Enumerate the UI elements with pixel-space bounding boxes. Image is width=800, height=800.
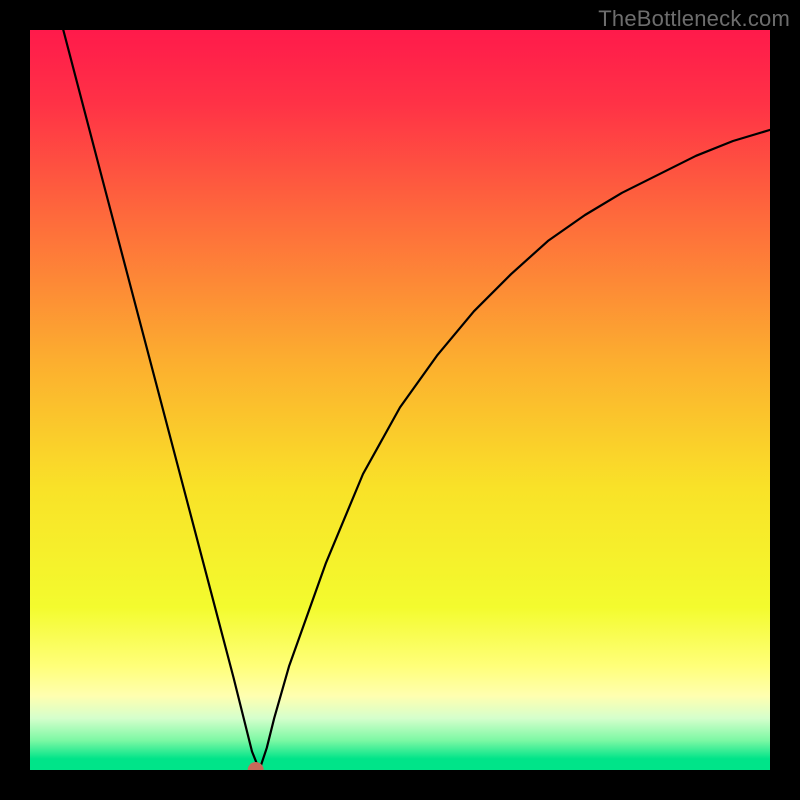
- chart-svg: [30, 30, 770, 770]
- chart-plot-area: [30, 30, 770, 770]
- chart-background: [30, 30, 770, 770]
- watermark-text: TheBottleneck.com: [598, 6, 790, 32]
